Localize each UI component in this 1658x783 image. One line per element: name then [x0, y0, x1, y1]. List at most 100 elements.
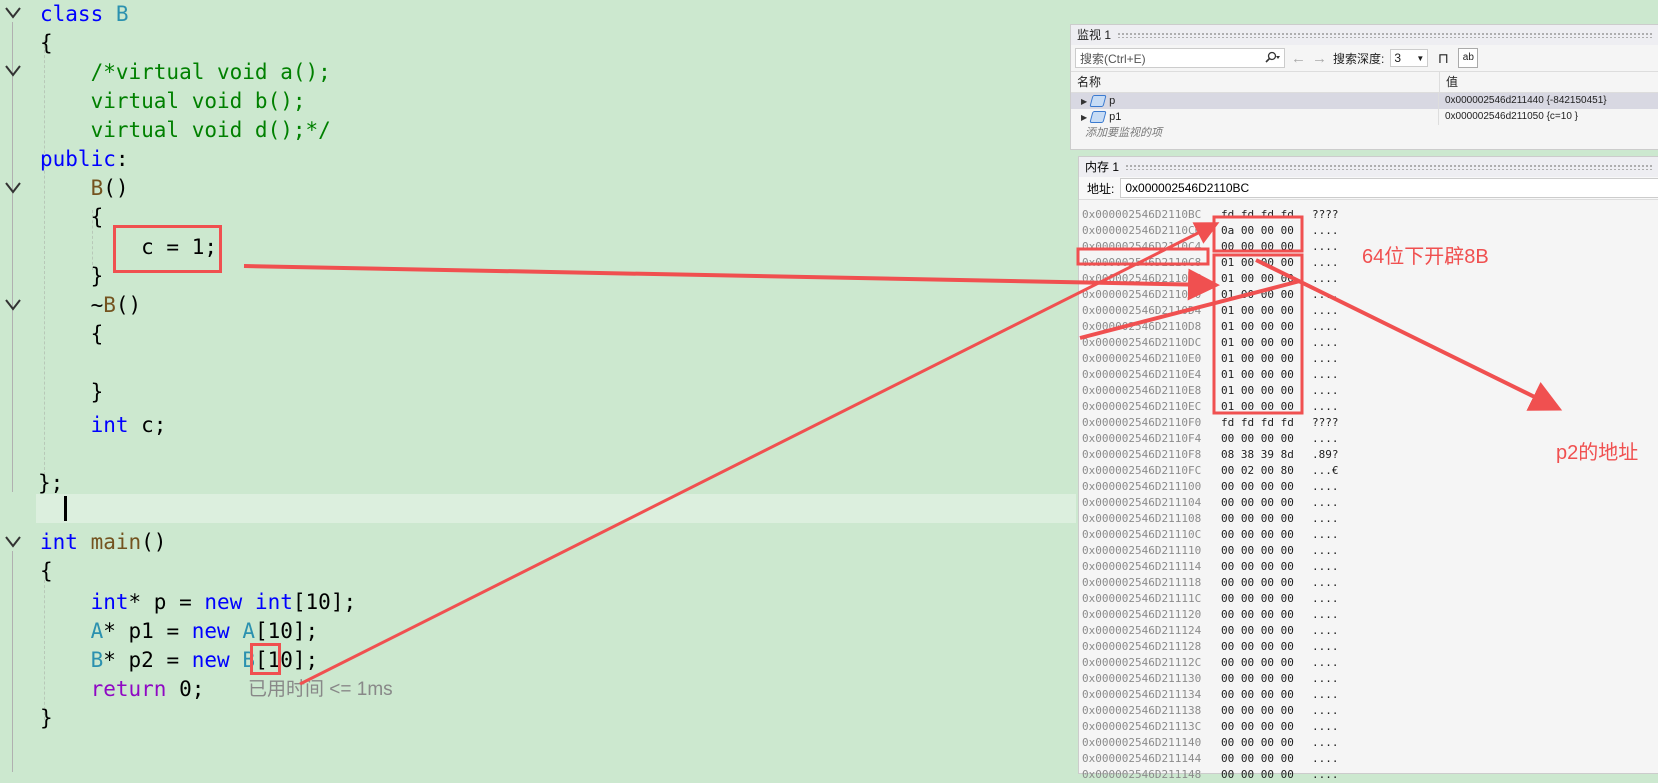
memory-chars: .... — [1312, 640, 1339, 653]
memory-row[interactable]: 0x000002546D211134 00 00 00 00.... — [1079, 687, 1658, 703]
code-line[interactable]: { — [40, 203, 104, 232]
code-line[interactable]: { — [40, 320, 104, 349]
memory-row[interactable]: 0x000002546D2110CC 01 00 00 00.... — [1079, 271, 1658, 287]
watch-window[interactable]: 监视 1 搜索(Ctrl+E) ← → 搜索深度: 3 ▼ ⊓ ab 名称 值 … — [1070, 24, 1658, 150]
watch-search-input[interactable]: 搜索(Ctrl+E) — [1075, 48, 1285, 68]
memory-chars: .89? — [1312, 448, 1339, 461]
memory-row[interactable]: 0x000002546D2110D0 01 00 00 00.... — [1079, 287, 1658, 303]
col-value-header[interactable]: 值 — [1440, 72, 1458, 92]
code-token: A — [242, 619, 255, 643]
memory-row[interactable]: 0x000002546D211138 00 00 00 00.... — [1079, 703, 1658, 719]
code-line[interactable]: virtual void d();*/ — [40, 116, 331, 145]
memory-row[interactable]: 0x000002546D2110E8 01 00 00 00.... — [1079, 383, 1658, 399]
memory-chars: ???? — [1312, 416, 1339, 429]
memory-address: 0x000002546D21110C — [1082, 528, 1202, 541]
memory-row[interactable]: 0x000002546D21112C 00 00 00 00.... — [1079, 655, 1658, 671]
code-line[interactable]: } — [40, 378, 104, 407]
code-line[interactable]: /*virtual void a(); — [40, 58, 331, 87]
memory-chars: .... — [1312, 608, 1339, 621]
search-depth-select[interactable]: 3 ▼ — [1390, 49, 1429, 67]
memory-bytes: 00 00 00 00 — [1221, 512, 1294, 525]
memory-row[interactable]: 0x000002546D21110C 00 00 00 00.... — [1079, 527, 1658, 543]
memory-row[interactable]: 0x000002546D2110EC 01 00 00 00.... — [1079, 399, 1658, 415]
memory-chars: .... — [1312, 432, 1339, 445]
code-line[interactable]: }; — [38, 469, 63, 498]
memory-row[interactable]: 0x000002546D211110 00 00 00 00.... — [1079, 543, 1658, 559]
code-line[interactable]: return 0; 已用时间 <= 1ms — [40, 675, 393, 704]
fold-toggle-ctor-icon[interactable] — [4, 181, 22, 195]
memory-address: 0x000002546D211100 — [1082, 480, 1202, 493]
code-line[interactable]: int c; — [40, 411, 167, 440]
highlight-box-array-size — [250, 643, 281, 675]
memory-row[interactable]: 0x000002546D211130 00 00 00 00.... — [1079, 671, 1658, 687]
memory-row[interactable]: 0x000002546D2110D4 01 00 00 00.... — [1079, 303, 1658, 319]
watch-row[interactable]: ▶ p1 0x000002546d211050 {c=10 } — [1071, 109, 1658, 125]
hex-display-icon[interactable]: ab — [1458, 48, 1479, 68]
memory-row[interactable]: 0x000002546D211100 00 00 00 00.... — [1079, 479, 1658, 495]
code-line[interactable]: B() — [40, 174, 129, 203]
code-line[interactable]: class B — [40, 0, 129, 29]
memory-row[interactable]: 0x000002546D211118 00 00 00 00.... — [1079, 575, 1658, 591]
memory-row[interactable]: 0x000002546D211108 00 00 00 00.... — [1079, 511, 1658, 527]
memory-dump[interactable]: 0x000002546D2110BC fd fd fd fd???? 0x00000… — [1079, 207, 1658, 783]
code-line[interactable]: int* p = new int[10]; — [40, 588, 357, 617]
memory-row[interactable]: 0x000002546D2110E0 01 00 00 00.... — [1079, 351, 1658, 367]
watch-row-name: p — [1109, 95, 1116, 107]
memory-bytes: 01 00 00 00 — [1221, 256, 1294, 269]
code-line[interactable]: public: — [40, 145, 129, 174]
code-line[interactable]: ~B() — [40, 291, 142, 320]
watch-title-bar[interactable]: 监视 1 — [1071, 25, 1658, 45]
col-name-header[interactable]: 名称 — [1071, 72, 1440, 92]
watch-row[interactable]: ▶ p 0x000002546d211440 {-842150451} — [1071, 93, 1658, 109]
memory-row[interactable]: 0x000002546D2110D8 01 00 00 00.... — [1079, 319, 1658, 335]
memory-title-bar[interactable]: 内存 1 — [1079, 157, 1658, 177]
memory-address: 0x000002546D2110DC — [1082, 336, 1202, 349]
fold-toggle-class-icon[interactable] — [4, 6, 22, 20]
code-line[interactable]: A* p1 = new A[10]; — [40, 617, 319, 646]
memory-bytes: 01 00 00 00 — [1221, 400, 1294, 413]
search-icon[interactable] — [1264, 51, 1280, 66]
memory-row[interactable]: 0x000002546D2110FC 00 02 00 80 ...€ — [1079, 463, 1658, 479]
code-editor[interactable]: class B { /*virtual void a(); virtual vo… — [0, 0, 1076, 772]
pin-icon[interactable]: ⊓ — [1434, 49, 1452, 67]
code-line[interactable]: } — [40, 262, 104, 291]
memory-row[interactable]: 0x000002546D211140 00 00 00 00.... — [1079, 735, 1658, 751]
memory-bytes: 00 00 00 00 — [1221, 560, 1294, 573]
memory-address: 0x000002546D211104 — [1082, 496, 1202, 509]
code-line[interactable]: int main() — [40, 528, 166, 557]
memory-address: 0x000002546D2110E8 — [1082, 384, 1202, 397]
memory-chars: .... — [1312, 400, 1339, 413]
memory-row[interactable]: 0x000002546D2110DC 01 00 00 00.... — [1079, 335, 1658, 351]
code-token: return — [90, 677, 167, 701]
expand-triangle-icon[interactable]: ▶ — [1081, 113, 1087, 122]
memory-row[interactable]: 0x000002546D211148 00 00 00 00.... — [1079, 767, 1658, 783]
forward-arrow-icon[interactable]: → — [1312, 50, 1327, 67]
fold-toggle-main-icon[interactable] — [4, 535, 22, 549]
back-arrow-icon[interactable]: ← — [1291, 50, 1306, 67]
code-line[interactable]: { — [40, 557, 53, 586]
memory-row[interactable]: 0x000002546D211120 00 00 00 00.... — [1079, 607, 1658, 623]
fold-toggle-comment-icon[interactable] — [4, 64, 22, 78]
memory-row[interactable]: 0x000002546D2110F0 fd fd fd fd???? — [1079, 415, 1658, 431]
memory-row[interactable]: 0x000002546D2110C0 0a 00 00 00.... — [1079, 223, 1658, 239]
memory-row[interactable]: 0x000002546D211104 00 00 00 00.... — [1079, 495, 1658, 511]
memory-chars: ???? — [1312, 208, 1339, 221]
memory-row[interactable]: 0x000002546D211128 00 00 00 00.... — [1079, 639, 1658, 655]
memory-row[interactable]: 0x000002546D2110BC fd fd fd fd???? — [1079, 207, 1658, 223]
code-line[interactable]: virtual void b(); — [40, 87, 306, 116]
fold-toggle-dtor-icon[interactable] — [4, 298, 22, 312]
expand-triangle-icon[interactable]: ▶ — [1081, 97, 1087, 106]
code-token: { — [40, 559, 53, 583]
memory-row[interactable]: 0x000002546D21111C 00 00 00 00.... — [1079, 591, 1658, 607]
memory-row[interactable]: 0x000002546D211114 00 00 00 00.... — [1079, 559, 1658, 575]
memory-bytes: 00 00 00 00 — [1221, 768, 1294, 781]
memory-row[interactable]: 0x000002546D21113C 00 00 00 00.... — [1079, 719, 1658, 735]
memory-row[interactable]: 0x000002546D211124 00 00 00 00.... — [1079, 623, 1658, 639]
address-input[interactable]: 0x000002546D2110BC — [1120, 178, 1658, 198]
memory-row[interactable]: 0x000002546D2110E4 01 00 00 00.... — [1079, 367, 1658, 383]
add-watch-placeholder[interactable]: 添加要监视的项 — [1071, 125, 1658, 141]
memory-row[interactable]: 0x000002546D211144 00 00 00 00.... — [1079, 751, 1658, 767]
code-line[interactable]: } — [40, 704, 53, 733]
code-line[interactable]: { — [40, 29, 53, 58]
